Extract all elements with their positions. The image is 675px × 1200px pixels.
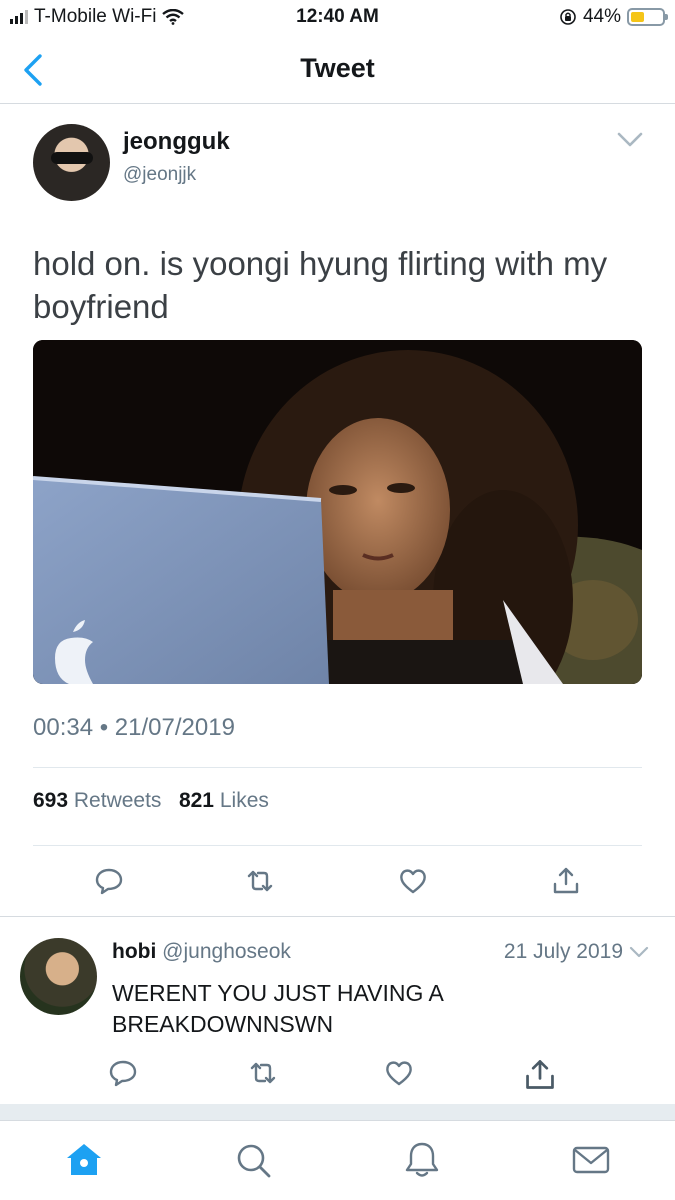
section-separator [0, 1104, 675, 1120]
home-icon[interactable] [63, 1139, 105, 1181]
status-right: 44% [559, 6, 668, 28]
retweet-stat[interactable]: 693 Retweets [33, 789, 161, 812]
like-heart-icon[interactable] [398, 866, 428, 896]
like-heart-icon[interactable] [384, 1058, 414, 1088]
divider [33, 767, 642, 768]
orientation-lock-icon [560, 9, 576, 25]
share-icon[interactable] [523, 1058, 557, 1092]
reply-actions [0, 1058, 675, 1098]
status-bar: T-Mobile Wi-Fi 12:40 AM 44% [0, 0, 675, 36]
battery-icon [627, 8, 668, 26]
tweet-media-image[interactable] [33, 340, 642, 684]
retweet-icon[interactable] [245, 866, 275, 896]
page-title: Tweet [300, 53, 375, 83]
avatar[interactable] [20, 938, 97, 1015]
reply-author-name[interactable]: hobi [112, 940, 156, 963]
nav-bar: Tweet [0, 36, 675, 104]
media-photo [33, 340, 642, 684]
avatar[interactable] [33, 124, 110, 201]
reply-author-handle[interactable]: @junghoseok [162, 940, 291, 963]
tweet-actions [0, 866, 675, 906]
author-name[interactable]: jeongguk [123, 128, 230, 156]
tweet-timestamp: 00:34 • 21/07/2019 [33, 714, 235, 741]
tab-bar [0, 1120, 675, 1200]
tweet-stats: 693 Retweets 821 Likes [33, 789, 269, 813]
share-icon[interactable] [551, 866, 581, 896]
reply-date: 21 July 2019 [503, 940, 623, 963]
reply-icon[interactable] [108, 1058, 138, 1088]
retweets-count: 693 [33, 789, 69, 812]
like-stat[interactable]: 821 Likes [179, 789, 269, 812]
likes-label: Likes [219, 789, 269, 812]
battery-percent: 44% [582, 6, 621, 27]
reply-tweet[interactable]: hobi @junghoseok 21 July 2019 WERENT YOU… [0, 918, 675, 1104]
messages-icon[interactable] [570, 1139, 612, 1181]
chevron-down-icon[interactable] [617, 132, 643, 148]
retweets-label: Retweets [73, 789, 162, 812]
reply-text: WERENT YOU JUST HAVING A BREAKDOWNNSWN [112, 980, 443, 1037]
battery-level [631, 12, 645, 22]
likes-count: 821 [178, 789, 214, 812]
reply-header: hobi @junghoseok [112, 940, 291, 964]
divider [33, 845, 642, 846]
search-icon[interactable] [232, 1139, 274, 1181]
reply-icon[interactable] [94, 866, 124, 896]
author-handle[interactable]: @jeonjjk [123, 164, 196, 186]
tweet-text: hold on. is yoongi hyung flirting with m… [33, 245, 608, 325]
chevron-down-icon[interactable] [629, 946, 649, 959]
main-tweet: jeongguk @jeonjjk hold on. is yoongi hyu… [0, 104, 675, 917]
notifications-icon[interactable] [401, 1139, 443, 1181]
retweet-icon[interactable] [248, 1058, 278, 1088]
